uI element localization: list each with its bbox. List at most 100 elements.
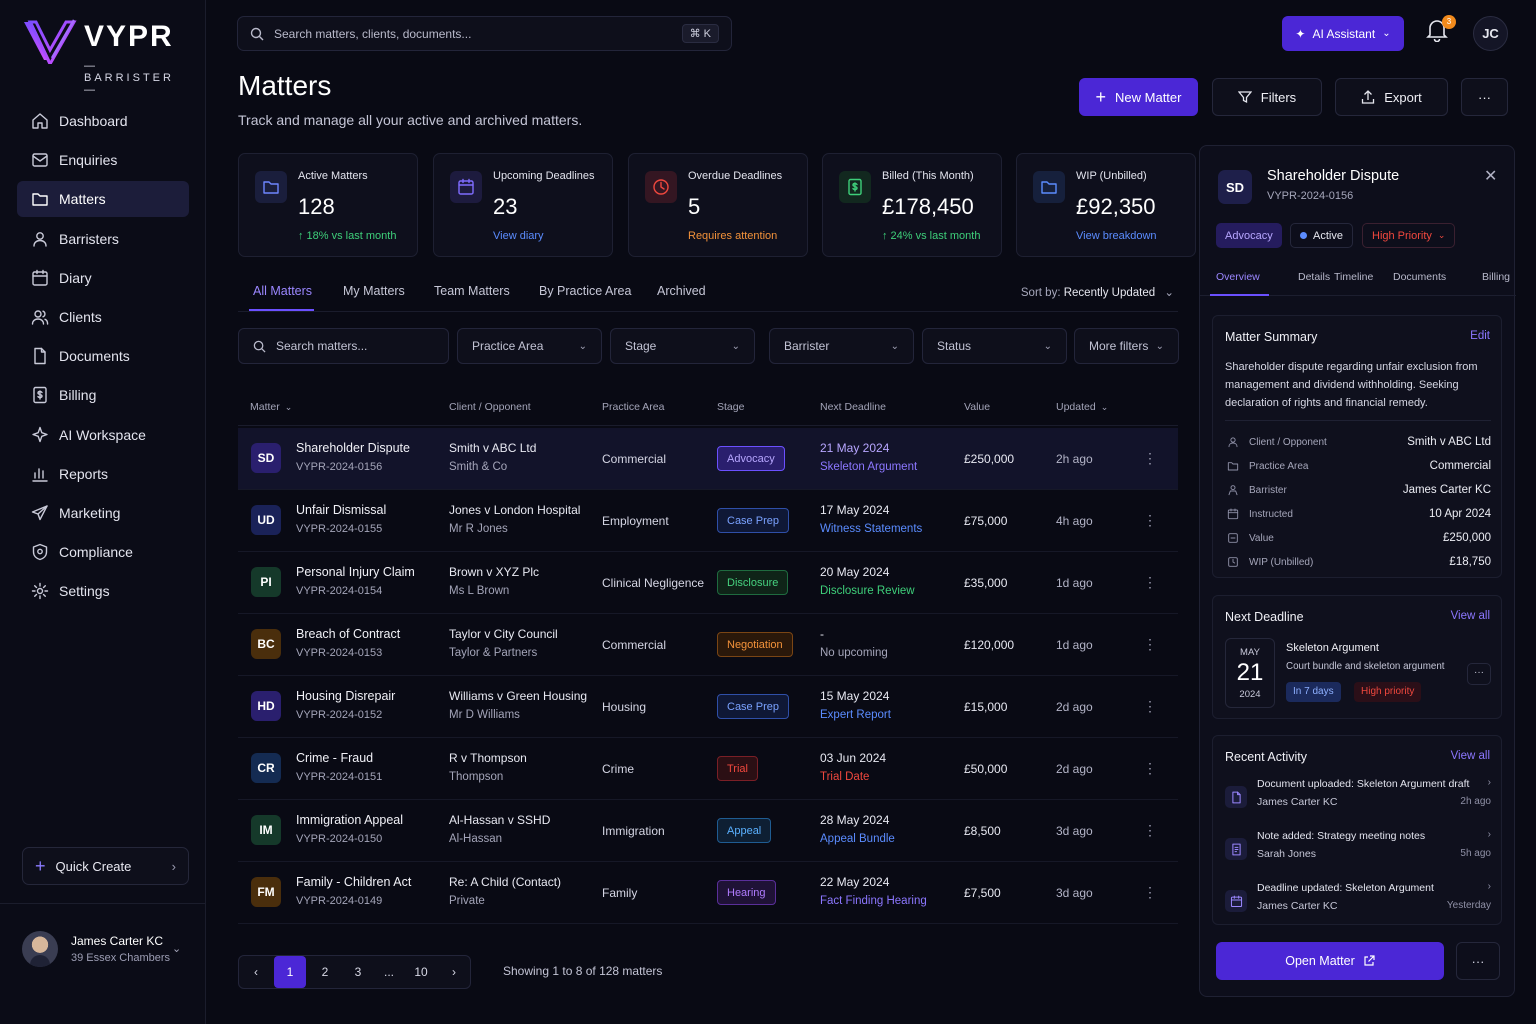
status-filter[interactable]: Status ⌄ (922, 328, 1067, 364)
table-row[interactable]: HD Housing Disrepair VYPR-2024-0152 William… (238, 676, 1178, 738)
column-header[interactable]: Matter ⌄ (250, 401, 292, 413)
table-row[interactable]: UD Unfair Dismissal VYPR-2024-0155 Jones v … (238, 490, 1178, 552)
stat-card-overdue-deadlines[interactable]: Overdue Deadlines 5 Requires attention (628, 153, 808, 257)
tab-archived[interactable]: Archived (657, 284, 706, 298)
sidebar-item-settings[interactable]: Settings (17, 573, 189, 609)
stat-subtext[interactable]: Requires attention (688, 230, 777, 242)
matter-name[interactable]: Personal Injury Claim (296, 565, 415, 579)
matter-name[interactable]: Immigration Appeal (296, 813, 403, 827)
stat-card-wip-unbilled[interactable]: WIP (Unbilled) £92,350 View breakdown (1016, 153, 1196, 257)
notifications-button[interactable]: 3 (1426, 15, 1456, 48)
edit-summary-link[interactable]: Edit (1470, 330, 1490, 342)
row-menu-icon[interactable]: ⋮ (1143, 636, 1157, 653)
matter-name[interactable]: Unfair Dismissal (296, 503, 386, 517)
sidebar-item-clients[interactable]: Clients (17, 299, 189, 335)
row-menu-icon[interactable]: ⋮ (1143, 884, 1157, 901)
sort-dropdown[interactable]: Sort by: Recently Updated ⌄ (1021, 285, 1174, 299)
panel-tab-overview[interactable]: Overview (1216, 271, 1260, 283)
activity-item[interactable]: Deadline updated: Skeleton Argument James… (1225, 881, 1491, 924)
global-search-input[interactable]: Search matters, clients, documents... ⌘ … (237, 16, 732, 51)
more-actions-button[interactable]: ··· (1461, 78, 1508, 116)
table-row[interactable]: SD Shareholder Dispute VYPR-2024-0156 Smith… (238, 428, 1178, 490)
matter-name[interactable]: Crime - Fraud (296, 751, 373, 765)
row-menu-icon[interactable]: ⋮ (1143, 822, 1157, 839)
open-matter-button[interactable]: Open Matter (1216, 942, 1444, 980)
prev-page-button[interactable]: ‹ (240, 956, 272, 988)
sidebar-item-matters[interactable]: Matters (17, 181, 189, 218)
stat-card-billed-this-month[interactable]: Billed (This Month) £178,450 ↑ 24% vs last… (822, 153, 1002, 257)
user-profile[interactable]: James Carter KC 39 Essex Chambers ⌄ (0, 903, 206, 1024)
table-row[interactable]: BC Breach of Contract VYPR-2024-0153 Taylor… (238, 614, 1178, 676)
matter-name[interactable]: Housing Disrepair (296, 689, 395, 703)
panel-more-button[interactable]: ··· (1456, 942, 1500, 980)
page-3[interactable]: 3 (342, 956, 374, 988)
plus-icon: + (35, 855, 46, 876)
row-menu-icon[interactable]: ⋮ (1143, 698, 1157, 715)
tab-by-practice-area[interactable]: By Practice Area (539, 284, 631, 298)
quick-create-button[interactable]: + Quick Create › (22, 847, 189, 885)
deadline-more-button[interactable]: ··· (1467, 663, 1491, 685)
stat-subtext[interactable]: View diary (493, 230, 544, 242)
matter-search-input[interactable]: Search matters... (238, 328, 449, 364)
panel-tab-timeline[interactable]: Timeline (1334, 271, 1373, 283)
matter-name[interactable]: Breach of Contract (296, 627, 400, 641)
tab-all-matters[interactable]: All Matters (253, 284, 312, 298)
new-matter-button[interactable]: + New Matter (1079, 78, 1198, 116)
panel-tab-billing[interactable]: Billing (1482, 271, 1510, 283)
page-2[interactable]: 2 (309, 956, 341, 988)
brand-logo[interactable]: VYPR — BARRISTER — (22, 18, 187, 96)
sidebar-item-dashboard[interactable]: Dashboard (17, 103, 189, 139)
activity-expand-icon[interactable]: › (1488, 777, 1491, 788)
tab-team-matters[interactable]: Team Matters (434, 284, 510, 298)
stat-subtext[interactable]: View breakdown (1076, 230, 1157, 242)
activity-item[interactable]: Note added: Strategy meeting notes Sarah … (1225, 829, 1491, 880)
activity-item[interactable]: Document uploaded: Skeleton Argument dra… (1225, 777, 1491, 828)
sidebar-item-diary[interactable]: Diary (17, 260, 189, 296)
sidebar-item-barristers[interactable]: Barristers (17, 221, 189, 257)
sidebar-item-ai-workspace[interactable]: AI Workspace (17, 417, 189, 453)
stat-subtext[interactable]: ↑ 24% vs last month (882, 230, 980, 242)
page-10[interactable]: 10 (405, 956, 437, 988)
stat-card-upcoming-deadlines[interactable]: Upcoming Deadlines 23 View diary (433, 153, 613, 257)
stage-filter[interactable]: Stage ⌄ (610, 328, 755, 364)
export-button[interactable]: Export (1335, 78, 1448, 116)
priority-pill[interactable]: High Priority ⌄ (1362, 223, 1456, 248)
stage-filter-label: Stage (625, 339, 657, 353)
user-avatar-button[interactable]: JC (1473, 16, 1508, 51)
matter-name[interactable]: Shareholder Dispute (296, 441, 410, 455)
stat-subtext[interactable]: ↑ 18% vs last month (298, 230, 396, 242)
table-row[interactable]: FM Family - Children Act VYPR-2024-0149 Re:… (238, 862, 1178, 924)
activity-expand-icon[interactable]: › (1488, 881, 1491, 892)
tab-my-matters[interactable]: My Matters (343, 284, 405, 298)
sidebar-item-enquiries[interactable]: Enquiries (17, 142, 189, 178)
table-row[interactable]: CR Crime - Fraud VYPR-2024-0151 R v Thompso… (238, 738, 1178, 800)
column-header[interactable]: Updated ⌄ (1056, 401, 1108, 413)
matter-name[interactable]: Family - Children Act (296, 875, 411, 889)
chevron-down-icon[interactable]: ⌄ (172, 942, 181, 955)
filters-button[interactable]: Filters (1212, 78, 1322, 116)
panel-tab-documents[interactable]: Documents (1393, 271, 1446, 283)
ai-assistant-button[interactable]: ✦ AI Assistant ⌄ (1282, 16, 1404, 51)
row-menu-icon[interactable]: ⋮ (1143, 450, 1157, 467)
close-icon[interactable]: ✕ (1484, 166, 1497, 186)
page-1[interactable]: 1 (274, 956, 306, 988)
row-menu-icon[interactable]: ⋮ (1143, 574, 1157, 591)
sidebar-item-reports[interactable]: Reports (17, 456, 189, 492)
sidebar-item-marketing[interactable]: Marketing (17, 495, 189, 531)
view-all-activity-link[interactable]: View all (1451, 750, 1490, 762)
barrister-filter[interactable]: Barrister ⌄ (769, 328, 914, 364)
table-row[interactable]: IM Immigration Appeal VYPR-2024-0150 Al-Has… (238, 800, 1178, 862)
more-filters-button[interactable]: More filters ⌄ (1074, 328, 1179, 364)
next-page-button[interactable]: › (438, 956, 470, 988)
sidebar-item-billing[interactable]: Billing (17, 377, 189, 413)
row-menu-icon[interactable]: ⋮ (1143, 512, 1157, 529)
activity-expand-icon[interactable]: › (1488, 829, 1491, 840)
panel-tab-details[interactable]: Details (1298, 271, 1330, 283)
practice-area-filter[interactable]: Practice Area ⌄ (457, 328, 602, 364)
stat-card-active-matters[interactable]: Active Matters 128 ↑ 18% vs last month (238, 153, 418, 257)
sidebar-item-documents[interactable]: Documents (17, 338, 189, 374)
view-all-deadlines-link[interactable]: View all (1451, 610, 1490, 622)
sidebar-item-compliance[interactable]: Compliance (17, 534, 189, 570)
row-menu-icon[interactable]: ⋮ (1143, 760, 1157, 777)
table-row[interactable]: PI Personal Injury Claim VYPR-2024-0154 Bro… (238, 552, 1178, 614)
